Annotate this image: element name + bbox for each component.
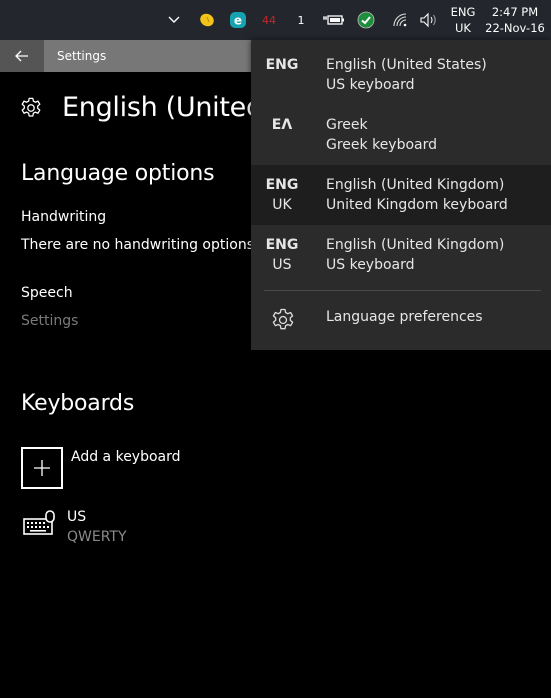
language-names: English (United Kingdom) United Kingdom … bbox=[326, 175, 508, 215]
language-code-secondary: US bbox=[272, 257, 292, 273]
language-options-heading: Language options bbox=[21, 161, 215, 186]
wifi-icon bbox=[393, 13, 407, 27]
language-preferences-label: Language preferences bbox=[326, 309, 483, 325]
add-keyboard-button[interactable] bbox=[21, 447, 63, 489]
language-name: English (United States) bbox=[326, 57, 487, 73]
plus-icon bbox=[34, 460, 50, 476]
red-counter-text: 44 bbox=[262, 13, 276, 27]
back-arrow-icon bbox=[15, 50, 28, 62]
language-code: ΕΛ bbox=[251, 115, 313, 135]
language-option-greek[interactable]: ΕΛ Greek Greek keyboard bbox=[251, 105, 551, 165]
taskbar: e 44 1 ENG UK 2:47 PM 22-Nov-16 bbox=[0, 0, 551, 40]
language-code-secondary: UK bbox=[272, 197, 292, 213]
speech-settings-button[interactable]: Settings bbox=[21, 313, 78, 329]
language-option-eng-us[interactable]: ENG English (United States) US keyboard bbox=[251, 45, 551, 105]
handwriting-label: Handwriting bbox=[21, 209, 107, 225]
language-name: English (United Kingdom) bbox=[326, 177, 505, 193]
handwriting-text: There are no handwriting options f bbox=[21, 237, 264, 253]
check-icon bbox=[357, 11, 375, 29]
keyboard-name: Greek keyboard bbox=[326, 137, 438, 153]
language-name: Greek bbox=[326, 117, 368, 133]
eset-icon: e bbox=[230, 12, 246, 28]
battery-tray-button[interactable] bbox=[323, 10, 345, 30]
speech-label: Speech bbox=[21, 285, 73, 301]
language-names: English (United Kingdom) US keyboard bbox=[326, 235, 504, 275]
page-header: English (United bbox=[20, 92, 263, 123]
language-option-eng-uk-selected[interactable]: ENG UK English (United Kingdom) United K… bbox=[251, 165, 551, 225]
input-language-code: ENG bbox=[450, 5, 476, 19]
input-language-flyout: ENG English (United States) US keyboard … bbox=[251, 40, 551, 350]
volume-tray-button[interactable] bbox=[419, 10, 439, 30]
language-code: ENG US bbox=[251, 235, 313, 275]
language-code: ENG UK bbox=[251, 175, 313, 215]
language-names: English (United States) US keyboard bbox=[326, 55, 487, 95]
clock-button[interactable]: 2:47 PM 22-Nov-16 bbox=[484, 4, 546, 36]
keyboard-name: US keyboard bbox=[326, 257, 415, 273]
eset-tray-button[interactable]: e bbox=[228, 10, 248, 30]
keyboard-name: US keyboard bbox=[326, 77, 415, 93]
back-button[interactable] bbox=[0, 40, 44, 72]
chevron-up-icon bbox=[168, 16, 180, 23]
language-code-primary: ENG bbox=[265, 237, 299, 253]
clock-date: 22-Nov-16 bbox=[485, 21, 545, 35]
keyboard-item-name[interactable]: US bbox=[67, 509, 86, 525]
battery-plugged-icon bbox=[323, 15, 344, 25]
red-counter-tray-button[interactable]: 44 bbox=[259, 10, 279, 30]
speaker-icon bbox=[420, 12, 436, 28]
language-code-primary: ENG bbox=[265, 57, 299, 73]
counter-text: 1 bbox=[297, 13, 305, 27]
lemon-icon bbox=[200, 13, 214, 27]
gear-icon bbox=[21, 97, 41, 117]
page-title: English (United bbox=[62, 92, 263, 123]
keyboard-item-layout: QWERTY bbox=[67, 529, 127, 545]
keyboard-item-icon-wrapper[interactable] bbox=[22, 510, 56, 542]
language-names: Greek Greek keyboard bbox=[326, 115, 437, 155]
keyboards-heading: Keyboards bbox=[21, 391, 135, 416]
language-code-primary: ΕΛ bbox=[271, 117, 293, 133]
language-option-eng-uk-us-keyboard[interactable]: ENG US English (United Kingdom) US keybo… bbox=[251, 225, 551, 285]
svg-text:e: e bbox=[234, 14, 242, 28]
language-code: ENG bbox=[251, 55, 313, 75]
language-preferences-button[interactable]: Language preferences bbox=[251, 291, 551, 348]
window-title: Settings bbox=[57, 49, 107, 63]
input-keyboard-code: UK bbox=[455, 21, 471, 35]
clock-time: 2:47 PM bbox=[491, 5, 539, 19]
keyboard-name: United Kingdom keyboard bbox=[326, 197, 508, 213]
add-keyboard-label[interactable]: Add a keyboard bbox=[71, 449, 181, 465]
language-name: English (United Kingdom) bbox=[326, 237, 505, 253]
counter-tray-button[interactable]: 1 bbox=[293, 10, 309, 30]
keyboard-icon bbox=[23, 510, 55, 535]
show-hidden-icons-button[interactable] bbox=[166, 10, 182, 30]
gear-icon bbox=[272, 308, 294, 330]
lemon-app-tray-button[interactable] bbox=[197, 10, 217, 30]
language-code-primary: ENG bbox=[265, 177, 299, 193]
input-indicator-button[interactable]: ENG UK bbox=[445, 4, 481, 36]
network-tray-button[interactable] bbox=[390, 10, 410, 30]
security-check-tray-button[interactable] bbox=[356, 10, 376, 30]
